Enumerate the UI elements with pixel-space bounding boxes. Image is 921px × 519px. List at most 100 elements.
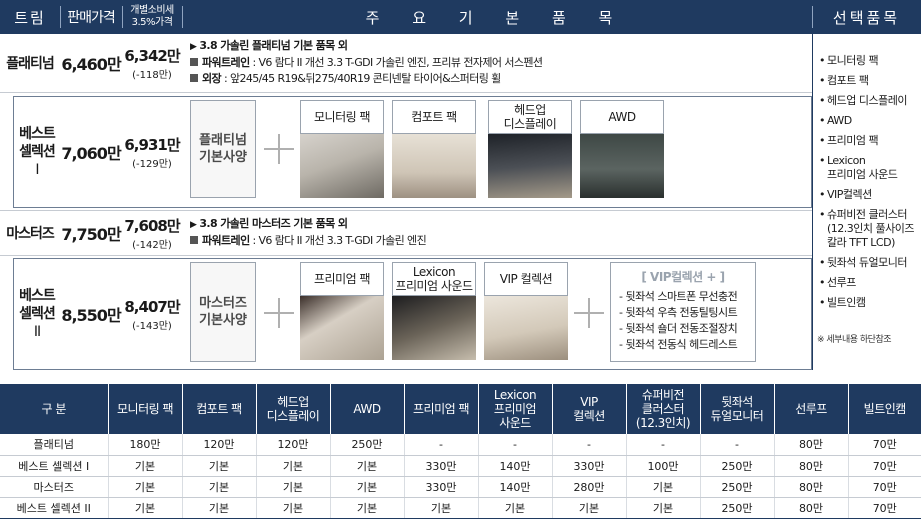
table-cell: 70만 <box>847 434 921 456</box>
table-header-cell: Lexicon 프리미엄 사운드 <box>477 384 552 434</box>
table-header-cell: 컴포트 팩 <box>181 384 256 434</box>
table-header-cell: 빌트인캠 <box>847 384 921 434</box>
table-cell: 80만 <box>773 434 848 456</box>
footnote: ※ 세부내용 하단참조 <box>817 335 892 345</box>
masters-description: ▶ 3.8 가솔린 마스터즈 기본 품목 외 파워트레인 : V6 람다 II 개… <box>190 217 427 247</box>
table-cell: 기본 <box>181 455 256 477</box>
table-cell: 베스트 셀렉션 I <box>0 455 108 477</box>
triangle-icon: ▶ <box>190 42 197 52</box>
option-item: AWD <box>819 114 914 128</box>
table-cell: 기본 <box>255 497 330 519</box>
table-cell: 330만 <box>551 455 626 477</box>
pack-premium: 프리미엄 팩 <box>300 262 384 360</box>
option-price-table: 구 분 모니터링 팩 컴포트 팩 헤드업 디스플레이 AWD 프리미엄 팩 Lexicon … <box>0 384 921 519</box>
table-cell: 250만 <box>699 476 774 498</box>
optional-items-column: 모니터링 팩 컴포트 팩 헤드업 디스플레이 AWD 프리미엄 팩 Lexico… <box>812 34 921 370</box>
table-cell: 기본 <box>625 497 700 519</box>
table-cell: 80만 <box>773 455 848 477</box>
option-item: 빌트인캠 <box>819 296 914 310</box>
table-cell: 기본 <box>329 476 404 498</box>
table-header-cell: 헤드업 디스플레이 <box>255 384 330 434</box>
table-row: 베스트 셀렉션 I 기본 기본 기본 기본 330만 140만 330만 100만 250만 80만… <box>0 455 921 477</box>
monitoring-pack-image <box>300 134 384 198</box>
header-indiv-line2: 3.5%가격 <box>131 17 173 28</box>
table-cell: 70만 <box>847 455 921 477</box>
pack-hud: 헤드업 디스플레이 <box>488 100 572 198</box>
vip-item: - 뒷좌석 전동식 헤드레스트 <box>619 338 738 351</box>
table-cell: - <box>477 434 552 456</box>
hud-image <box>488 134 572 198</box>
table-cell: - <box>403 434 478 456</box>
indiv-diff: (-118만) <box>132 70 172 81</box>
vip-item: - 뒷좌석 스마트폰 무선충전 <box>619 290 738 303</box>
header-options: 선택품목 <box>832 8 901 27</box>
price-platinum: 6,460만 <box>61 55 121 74</box>
awd-image <box>580 134 664 198</box>
table-cell: 기본 <box>181 497 256 519</box>
header-indiv-tax: 개별소비세 3.5%가격 <box>122 0 182 34</box>
trim-platinum: 플래티넘 <box>6 56 55 72</box>
square-bullet-icon <box>190 74 198 82</box>
triangle-icon: ▶ <box>190 220 197 230</box>
option-item: 헤드업 디스플레이 <box>819 94 914 108</box>
table-header: 트림 판매가격 개별소비세 3.5%가격 주 요 기 본 품 목 선택품목 <box>0 0 921 34</box>
table-cell: 250만 <box>699 455 774 477</box>
square-bullet-icon <box>190 236 198 244</box>
table-header-cell: 뒷좌석 듀얼모니터 <box>699 384 774 434</box>
pack-vip: VIP 컬렉션 <box>484 262 568 360</box>
table-cell: 기본 <box>625 476 700 498</box>
table-cell: 기본 <box>329 455 404 477</box>
table-cell: 280만 <box>551 476 626 498</box>
table-header-cell: VIP 컬렉션 <box>551 384 626 434</box>
indiv-price-masters: 7,608만 (-142만) <box>124 217 180 251</box>
pack-comfort: 컴포트 팩 <box>392 100 476 198</box>
vip-collection-plus-box: [ VIP컬렉션 + ] - 뒷좌석 스마트폰 무선충전 - 뒷좌석 우측 전동… <box>610 262 756 362</box>
table-cell: 70만 <box>847 497 921 519</box>
option-item: 모니터링 팩 <box>819 54 914 68</box>
table-cell: 기본 <box>181 476 256 498</box>
header-trim: 트림 <box>14 8 46 27</box>
table-cell: 120만 <box>181 434 256 456</box>
table-cell: 330만 <box>403 455 478 477</box>
option-item: Lexicon 프리미엄 사운드 <box>819 154 914 182</box>
table-cell: 기본 <box>551 497 626 519</box>
square-bullet-icon <box>190 58 198 66</box>
optional-items-list: 모니터링 팩 컴포트 팩 헤드업 디스플레이 AWD 프리미엄 팩 Lexico… <box>819 54 915 316</box>
plus-icon <box>264 134 294 164</box>
table-cell: 기본 <box>255 455 330 477</box>
table-header-cell: 슈퍼비전 클러스터 (12.3인치) <box>625 384 700 434</box>
platinum-title: ▶ 3.8 가솔린 플래티넘 기본 품목 외 <box>190 39 348 52</box>
indiv-price-best-selection-1: 6,931만 (-129만) <box>124 136 180 170</box>
table-cell: 기본 <box>329 497 404 519</box>
masters-base-spec-box: 마스터즈 기본사양 <box>190 262 256 362</box>
table-cell: 140만 <box>477 455 552 477</box>
table-cell: 330만 <box>403 476 478 498</box>
table-cell: 기본 <box>107 476 182 498</box>
table-cell: 250만 <box>329 434 404 456</box>
header-price: 판매가격 <box>67 10 116 26</box>
table-cell: 80만 <box>773 497 848 519</box>
table-cell: 기본 <box>255 476 330 498</box>
trim-best-selection-2: 베스트 셀렉션 II <box>19 288 56 340</box>
option-item: VIP컬렉션 <box>819 188 914 202</box>
option-item: 뒷좌석 듀얼모니터 <box>819 256 914 270</box>
table-cell: 100만 <box>625 455 700 477</box>
table-cell: 기본 <box>477 497 552 519</box>
table-header-cell: 구 분 <box>0 384 108 434</box>
option-item: 프리미엄 팩 <box>819 134 914 148</box>
option-item: 슈퍼비전 클러스터 (12.3인치 풀사이즈 칼라 TFT LCD) <box>819 208 915 250</box>
header-main-items: 주 요 기 본 품 목 <box>365 8 627 27</box>
table-cell: 플래티넘 <box>0 434 108 456</box>
indiv-price-best-selection-2: 8,407만 (-143만) <box>124 298 180 332</box>
table-cell: - <box>699 434 774 456</box>
price-best-selection-1: 7,060만 <box>61 144 121 163</box>
table-header-cell: AWD <box>329 384 404 434</box>
header-indiv-line1: 개별소비세 <box>130 5 174 16</box>
lexicon-image <box>392 296 476 360</box>
pack-monitoring: 모니터링 팩 <box>300 100 384 198</box>
platinum-base-spec-box: 플래티넘 기본사양 <box>190 100 256 198</box>
table-cell: 80만 <box>773 476 848 498</box>
table-cell: 180만 <box>107 434 182 456</box>
table-header-cell: 선루프 <box>773 384 848 434</box>
platinum-description: ▶ 3.8 가솔린 플래티넘 기본 품목 외 파워트레인 : V6 람다 II 개… <box>190 38 806 87</box>
